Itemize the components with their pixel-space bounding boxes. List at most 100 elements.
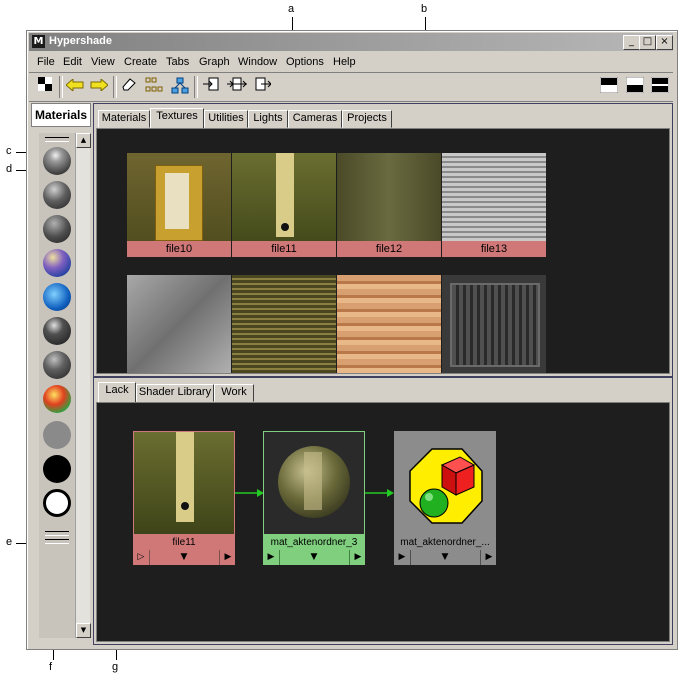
callout-e: e — [6, 536, 13, 548]
tab-materials[interactable]: Materials — [98, 110, 150, 128]
layered-shader-swatch[interactable] — [43, 385, 71, 413]
title-bar[interactable]: M Hypershade _ □ × — [29, 33, 673, 51]
scroll-up-icon[interactable]: ▲ — [76, 133, 91, 148]
lambert-swatch[interactable] — [43, 147, 71, 175]
layout-split-icon[interactable] — [650, 76, 670, 97]
swatch-column — [39, 133, 75, 638]
graph-network-icon[interactable] — [170, 77, 190, 97]
texture-swatch[interactable] — [442, 275, 546, 373]
connection-arrow-icon — [235, 489, 264, 497]
create-bar-title[interactable]: Materials — [31, 103, 91, 127]
texture-swatch[interactable] — [337, 275, 441, 373]
texture-swatch-area[interactable]: file10 file11 file12 file13 — [96, 128, 670, 374]
node-shading-group[interactable]: mat_aktenordner_... ▶ ▼ ▶ — [394, 431, 496, 565]
callout-a: a — [288, 3, 295, 15]
input-connections-icon[interactable] — [201, 77, 221, 97]
expand-icon[interactable]: ▼ — [430, 550, 460, 565]
tab-projects[interactable]: Projects — [342, 110, 392, 128]
tab-work[interactable]: Work — [214, 384, 254, 402]
tab-textures[interactable]: Textures — [150, 108, 204, 129]
maya-app-icon[interactable]: M — [32, 35, 45, 48]
shading-map-swatch[interactable] — [43, 489, 71, 517]
expand-icon[interactable]: ▼ — [169, 550, 199, 565]
texture-file12[interactable]: file12 — [337, 153, 441, 257]
callout-c: c — [6, 145, 12, 157]
output-port-icon[interactable]: ▶ — [480, 550, 497, 565]
scroll-down-icon[interactable]: ▼ — [76, 623, 91, 638]
menu-edit[interactable]: Edit — [63, 56, 82, 68]
tab-cameras[interactable]: Cameras — [288, 110, 342, 128]
divider-handle-icon[interactable] — [45, 539, 69, 544]
menu-bar: File Edit View Create Tabs Graph Window … — [29, 53, 673, 71]
surface-shader-swatch[interactable] — [43, 421, 71, 449]
node-file11[interactable]: file11 ▷ ▼ ▶ — [133, 431, 235, 565]
menu-window[interactable]: Window — [238, 56, 277, 68]
menu-options[interactable]: Options — [286, 56, 324, 68]
create-bar-scrollbar[interactable]: ▲ ▼ — [75, 133, 91, 638]
node-port-bar: ▶ ▼ ▶ — [263, 550, 365, 565]
layout-bottom-icon[interactable] — [625, 76, 645, 97]
rampshader-swatch[interactable] — [43, 351, 71, 379]
input-output-connections-icon[interactable] — [227, 77, 247, 97]
callout-d: d — [6, 163, 13, 175]
callout-g: g — [112, 661, 119, 673]
toolbar-separator — [59, 76, 63, 98]
node-label: mat_aktenordner_3 — [263, 535, 365, 550]
phongE-swatch[interactable] — [43, 317, 71, 345]
texture-label: file12 — [337, 241, 441, 257]
divider-handle-icon[interactable] — [45, 531, 69, 536]
input-port-icon[interactable]: ▶ — [263, 550, 280, 565]
menu-tabs[interactable]: Tabs — [166, 56, 189, 68]
texture-file10[interactable]: file10 — [127, 153, 231, 257]
tab-shader-library[interactable]: Shader Library — [136, 384, 214, 402]
menu-create[interactable]: Create — [124, 56, 157, 68]
toolbar-separator — [113, 76, 117, 98]
texture-label: file10 — [127, 241, 231, 257]
window-title: Hypershade — [49, 35, 112, 47]
texture-file11[interactable]: file11 — [232, 153, 336, 257]
output-connections-icon[interactable] — [253, 77, 273, 97]
checker-icon[interactable] — [35, 77, 55, 97]
output-port-icon[interactable]: ▶ — [349, 550, 366, 565]
texture-label: file13 — [442, 241, 546, 257]
node-label: mat_aktenordner_... — [394, 535, 496, 550]
output-port-icon[interactable]: ▶ — [219, 550, 236, 565]
input-port-icon[interactable]: ▶ — [394, 550, 411, 565]
connection-arrow-icon — [365, 489, 394, 497]
close-button[interactable]: × — [656, 35, 673, 50]
layout-top-icon[interactable] — [599, 76, 619, 97]
menu-view[interactable]: View — [91, 56, 115, 68]
node-port-bar: ▶ ▼ ▶ — [394, 550, 496, 565]
minimize-button[interactable]: _ — [623, 35, 640, 50]
input-port-icon[interactable]: ▷ — [133, 550, 150, 565]
texture-file13[interactable]: file13 — [442, 153, 546, 257]
tab-lack[interactable]: Lack — [98, 382, 136, 403]
use-background-swatch[interactable] — [43, 455, 71, 483]
blinn-swatch[interactable] — [43, 181, 71, 209]
ocean-shader-swatch[interactable] — [43, 283, 71, 311]
arrow-right-icon[interactable] — [89, 77, 109, 97]
callout-b: b — [421, 3, 428, 15]
toolbar — [29, 72, 673, 102]
menu-file[interactable]: File — [37, 56, 55, 68]
phong-swatch[interactable] — [43, 215, 71, 243]
tab-utilities[interactable]: Utilities — [204, 110, 248, 128]
anisotropic-swatch[interactable] — [43, 249, 71, 277]
graph-work-area[interactable]: file11 ▷ ▼ ▶ mat_aktenordner_3 ▶ ▼ ▶ mat… — [96, 402, 670, 642]
maximize-button[interactable]: □ — [639, 35, 656, 50]
shading-group-icon — [409, 448, 483, 524]
callout-f: f — [49, 661, 53, 673]
toolbar-separator — [194, 76, 198, 98]
grid-layout-icon[interactable] — [144, 77, 164, 97]
tab-lights[interactable]: Lights — [248, 110, 288, 128]
eraser-icon[interactable] — [119, 77, 139, 97]
node-label: file11 — [133, 535, 235, 550]
menu-graph[interactable]: Graph — [199, 56, 230, 68]
texture-swatch[interactable] — [127, 275, 231, 373]
node-mat-aktenordner-3[interactable]: mat_aktenordner_3 ▶ ▼ ▶ — [263, 431, 365, 565]
arrow-left-icon[interactable] — [65, 77, 85, 97]
menu-help[interactable]: Help — [333, 56, 356, 68]
texture-swatch[interactable] — [232, 275, 336, 373]
expand-icon[interactable]: ▼ — [299, 550, 329, 565]
collapse-handle-icon[interactable] — [45, 137, 69, 142]
